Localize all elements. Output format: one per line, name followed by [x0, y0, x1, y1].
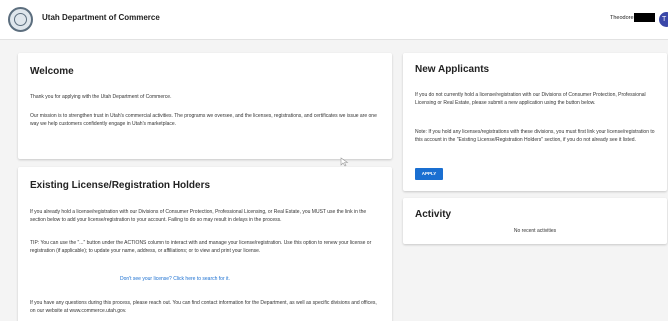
existing-contact: If you have any questions during this pr… [30, 300, 377, 314]
activity-heading: Activity [415, 209, 452, 220]
existing-tip: TIP: You can use the "..." button under … [30, 240, 372, 254]
mouse-cursor-icon [340, 157, 349, 167]
activity-card: Activity No recent activities [403, 198, 667, 244]
welcome-heading: Welcome [30, 66, 74, 77]
state-seal-icon [8, 7, 33, 32]
existing-instructions: If you already hold a license/registrati… [30, 209, 367, 223]
app-header: Utah Department of Commerce Theodore T [0, 0, 668, 40]
user-avatar[interactable]: T [659, 12, 668, 27]
welcome-intro: Thank you for applying with the Utah Dep… [30, 94, 172, 100]
app-title: Utah Department of Commerce [42, 13, 160, 22]
welcome-mission: Our mission is to strengthen trust in Ut… [30, 113, 377, 127]
new-applicants-intro: If you do not currently hold a license/r… [415, 92, 646, 106]
activity-empty: No recent activities [513, 228, 557, 234]
redacted-surname [634, 13, 655, 22]
new-applicants-heading: New Applicants [415, 64, 490, 75]
new-applicants-card: New Applicants If you do not currently h… [403, 53, 667, 191]
apply-button[interactable]: APPLY [415, 168, 443, 180]
existing-heading: Existing License/Registration Holders [30, 180, 211, 191]
new-applicants-note: Note: If you hold any licenses/registrat… [415, 129, 655, 143]
search-license-link[interactable]: Don't see your license? Click here to se… [120, 276, 230, 282]
welcome-card: Welcome Thank you for applying with the … [18, 53, 392, 159]
user-name: Theodore [610, 15, 634, 21]
existing-holders-card: Existing License/Registration Holders If… [18, 167, 392, 321]
